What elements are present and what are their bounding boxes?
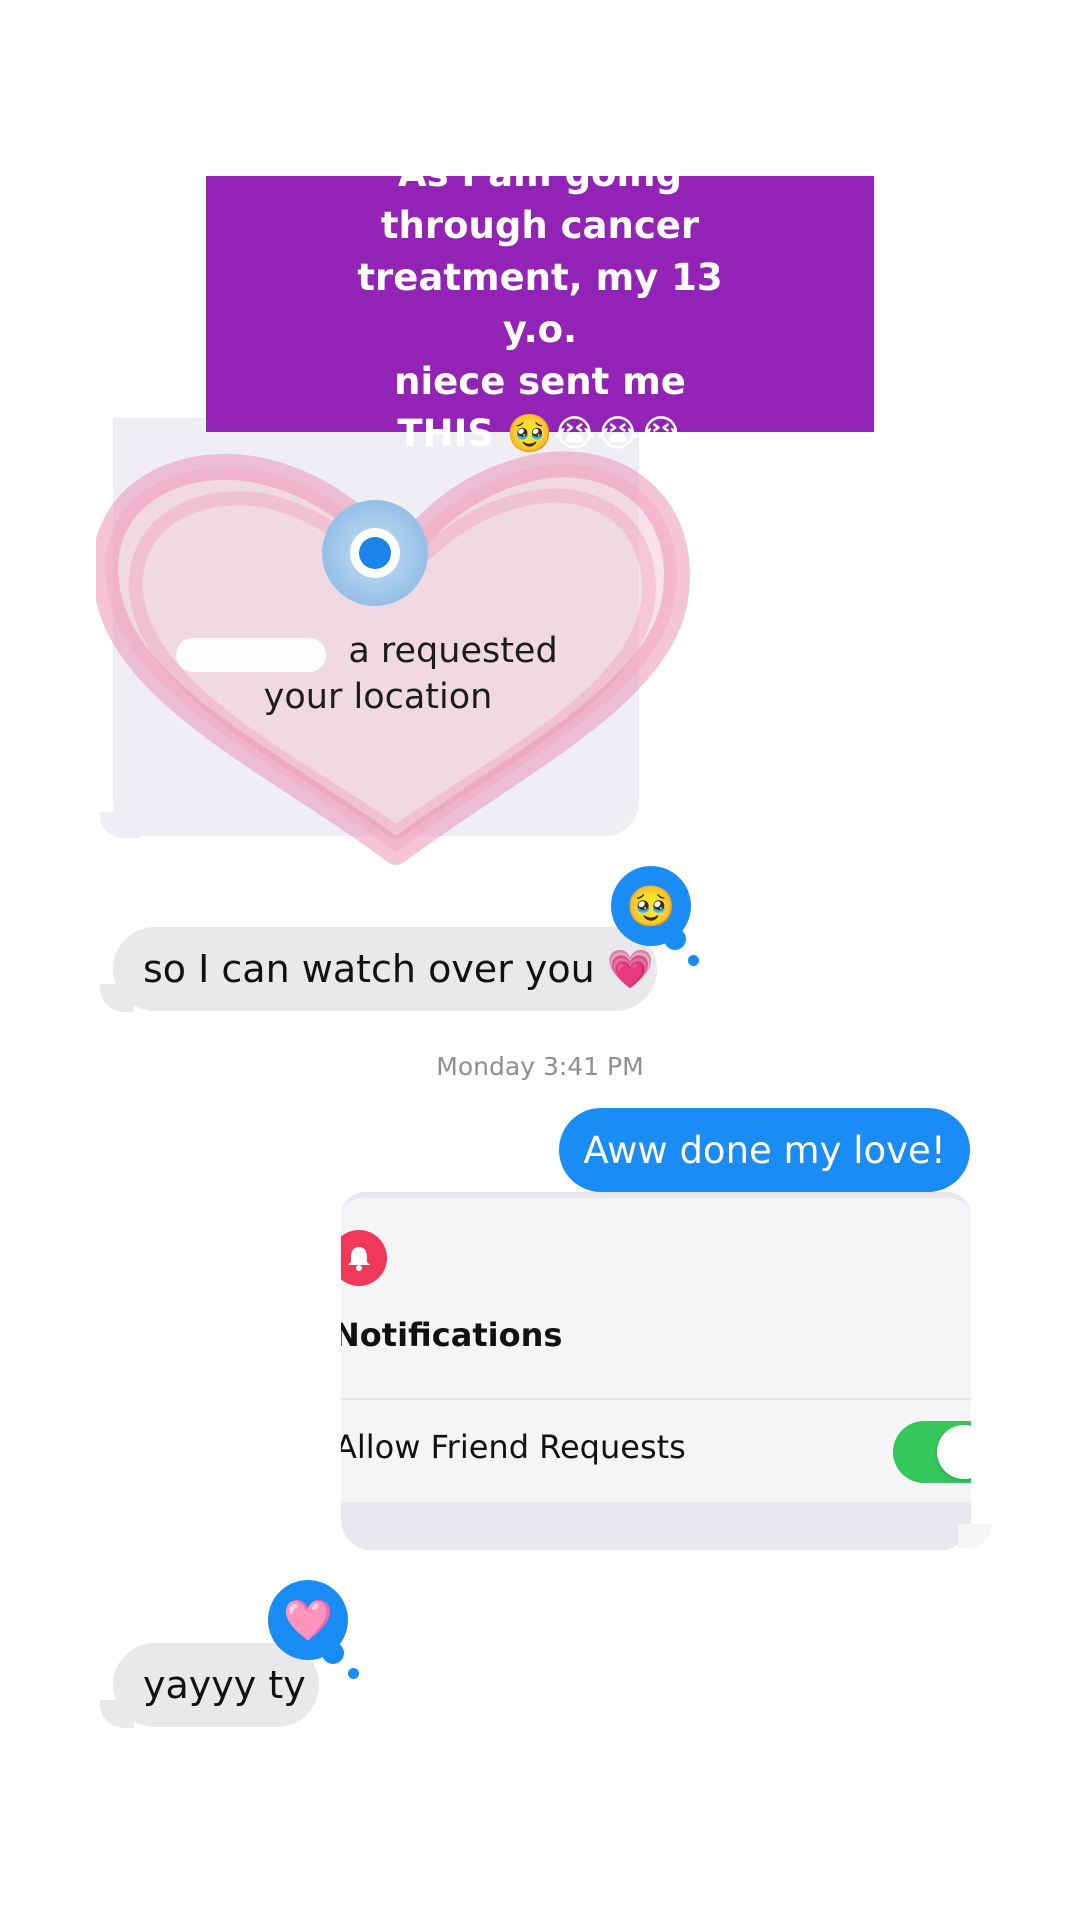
- notifications-title: Notifications: [341, 1316, 563, 1354]
- heart-icon: 🩷: [283, 1597, 333, 1644]
- allow-friend-requests-label: Allow Friend Requests: [341, 1428, 686, 1466]
- caption-text: As I am going through cancer treatment, …: [357, 152, 723, 455]
- timestamp-day: Monday: [436, 1052, 535, 1081]
- incoming-message-bubble[interactable]: yayyy ty: [113, 1643, 319, 1727]
- caption-banner: As I am going through cancer treatment, …: [206, 152, 874, 455]
- message-text: Aww done my love!: [583, 1128, 946, 1172]
- reaction-bubble-dot: [688, 955, 699, 966]
- bubble-tail: [100, 1700, 134, 1728]
- message-text: yayyy ty: [143, 1663, 306, 1707]
- location-icon: [322, 500, 428, 606]
- divider: [341, 1398, 971, 1400]
- pink-heart-icon: 💗: [606, 946, 655, 991]
- incoming-message-bubble[interactable]: so I can watch over you 💗: [113, 927, 657, 1011]
- reaction-bubble-dot: [322, 1642, 344, 1664]
- reaction-bubble-dot: [664, 928, 686, 950]
- outgoing-message-bubble[interactable]: Aww done my love!: [559, 1108, 970, 1192]
- bell-icon: [341, 1230, 387, 1286]
- messages-screen: As I am going through cancer treatment, …: [0, 0, 1080, 1920]
- allow-friend-requests-toggle[interactable]: [893, 1421, 971, 1483]
- settings-footer: [341, 1502, 971, 1550]
- redaction-scribble: [176, 638, 326, 672]
- bubble-tail: [958, 1524, 992, 1548]
- pleading-face-icon: 🥹: [626, 883, 676, 930]
- timestamp: Monday 3:41 PM: [0, 1052, 1080, 1081]
- location-request-line2: your location: [263, 677, 493, 717]
- notifications-screenshot[interactable]: Notifications Allow Friend Requests: [341, 1192, 971, 1550]
- toggle-knob: [937, 1425, 971, 1479]
- reaction-bubble-dot: [348, 1668, 359, 1679]
- timestamp-time: 3:41 PM: [542, 1052, 644, 1081]
- bubble-tail: [100, 984, 134, 1012]
- message-text: so I can watch over you: [143, 947, 595, 991]
